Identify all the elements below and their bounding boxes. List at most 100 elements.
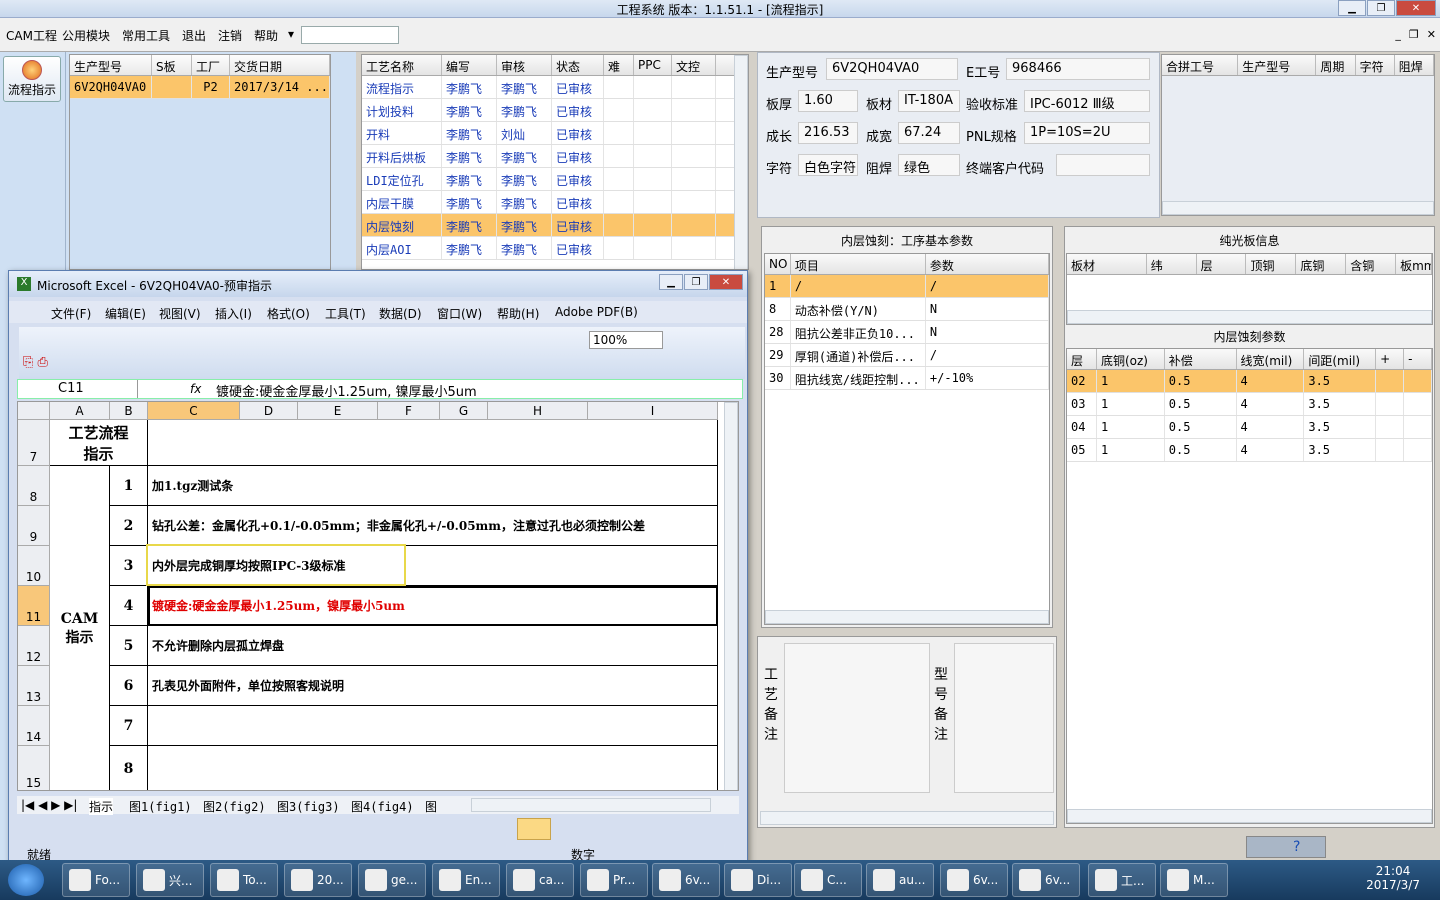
col-delivery[interactable]: 交货日期 [230, 55, 330, 75]
column-header[interactable]: D [240, 402, 298, 420]
plain-board-col-header[interactable]: 含铜 [1346, 254, 1397, 274]
etch-col-header[interactable]: 参数 [926, 254, 1049, 274]
cell-blank[interactable] [148, 420, 718, 466]
language-bar[interactable]: ? [1246, 836, 1326, 858]
column-header[interactable]: I [588, 402, 718, 420]
excel-menu-item[interactable]: 插入(I) [215, 305, 252, 322]
item-number[interactable]: 3 [110, 546, 148, 586]
inner-etch-col-header[interactable]: 补偿 [1165, 349, 1237, 369]
row-header[interactable]: 8 [18, 466, 50, 506]
inner-etch-col-header[interactable]: 层 [1067, 349, 1097, 369]
plain-board-col-header[interactable]: 纬 [1147, 254, 1197, 274]
table-row[interactable]: 开料后烘板 李鹏飞 李鹏飞 已审核 [362, 145, 748, 168]
table-row[interactable]: 04 1 0.5 4 3.5 [1067, 416, 1432, 439]
excel-menu-item[interactable]: Adobe PDF(B) [555, 305, 638, 319]
excel-menu-item[interactable]: 数据(D) [379, 305, 422, 322]
formula-input[interactable]: 镀硬金:硬金金厚最小1.25um, 镍厚最小5um [216, 381, 477, 400]
table-row[interactable]: 内层蚀刻 李鹏飞 李鹏飞 已审核 [362, 214, 748, 237]
section-flow[interactable]: 工艺流程指示 [50, 420, 148, 466]
tab-nav-icon[interactable]: |◀ ◀ ▶ ▶| [21, 798, 77, 812]
e-no-field[interactable]: 968466 [1006, 58, 1150, 80]
plain-board-col-header[interactable]: 底铜 [1296, 254, 1347, 274]
model-remarks-textarea[interactable] [954, 643, 1054, 793]
table-row[interactable]: 05 1 0.5 4 3.5 [1067, 439, 1432, 462]
pdf-icon[interactable]: ⎘ ⎙ [23, 355, 48, 370]
row-header[interactable]: 11 [18, 586, 50, 626]
sheet-tab[interactable]: 图2(fig2) [203, 798, 266, 815]
process-col-header[interactable]: 状态 [552, 55, 604, 75]
item-text[interactable]: 镀硬金:硬金金厚最小1.25um，镍厚最小5um [148, 586, 718, 626]
col-s-board[interactable]: S板 [152, 55, 192, 75]
mdi-minimize-icon[interactable]: _ [1395, 28, 1401, 41]
row-header[interactable]: 14 [18, 706, 50, 746]
item-number[interactable]: 2 [110, 506, 148, 546]
taskbar-item[interactable]: 6v... [1012, 863, 1080, 897]
item-number[interactable]: 8 [110, 746, 148, 790]
item-number[interactable]: 6 [110, 666, 148, 706]
menu-logout[interactable]: 注销 [218, 27, 242, 44]
row-header[interactable]: 15 [18, 746, 50, 790]
table-row[interactable]: 03 1 0.5 4 3.5 [1067, 393, 1432, 416]
merge-col-header[interactable]: 合拼工号 [1162, 55, 1239, 75]
col-model[interactable]: 生产型号 [70, 55, 152, 75]
table-row[interactable]: 28 阻抗公差非正负10... N [765, 321, 1049, 344]
item-text[interactable]: 不允许删除内层孤立焊盘 [148, 626, 718, 666]
table-row[interactable]: LDI定位孔 李鹏飞 李鹏飞 已审核 [362, 168, 748, 191]
table-row[interactable]: 6V2QH04VA0 P2 2017/3/14 ... [70, 76, 330, 99]
item-number[interactable]: 7 [110, 706, 148, 746]
taskbar-item[interactable]: au... [866, 863, 934, 897]
taskbar-item[interactable]: C... [794, 863, 862, 897]
mask-field[interactable]: 绿色 [898, 154, 960, 176]
col-factory[interactable]: 工厂 [192, 55, 230, 75]
sheet-hscroll[interactable] [471, 798, 711, 812]
merge-col-header[interactable]: 阻焊 [1395, 55, 1434, 75]
row-header[interactable]: 9 [18, 506, 50, 546]
item-text[interactable] [148, 746, 718, 790]
item-number[interactable]: 5 [110, 626, 148, 666]
column-header[interactable]: H [488, 402, 588, 420]
section-cam[interactable]: CAM指示 [50, 466, 110, 790]
craft-remarks-textarea[interactable] [784, 643, 930, 793]
excel-restore-icon[interactable]: ❐ [684, 274, 708, 290]
sheet-vscroll[interactable] [724, 402, 738, 790]
excel-close-icon[interactable]: ✕ [709, 274, 743, 290]
item-text[interactable]: 钻孔公差：金属化孔+0.1/-0.05mm；非金属化孔+/-0.05mm，注意过… [148, 506, 718, 546]
table-row[interactable]: 计划投料 李鹏飞 李鹏飞 已审核 [362, 99, 748, 122]
process-col-header[interactable]: 文控 [672, 55, 716, 75]
sheet-tab[interactable]: 图 [425, 798, 437, 815]
sheet-tab[interactable]: 图3(fig3) [277, 798, 340, 815]
name-box[interactable]: C11 [18, 380, 138, 398]
item-number[interactable]: 1 [110, 466, 148, 506]
column-header[interactable]: C [148, 402, 240, 420]
inner-etch-col-header[interactable]: - [1404, 349, 1432, 369]
taskbar-item[interactable]: 6v... [940, 863, 1008, 897]
taskbar-item[interactable]: 6v... [652, 863, 720, 897]
excel-menu-item[interactable]: 编辑(E) [105, 305, 146, 322]
taskbar-item[interactable]: Fo... [62, 863, 130, 897]
sheet-tab[interactable]: 图1(fig1) [129, 798, 192, 815]
excel-menu-item[interactable]: 帮助(H) [497, 305, 539, 322]
inner-etch-col-header[interactable]: 间距(mil) [1304, 349, 1377, 369]
row-header[interactable]: 13 [18, 666, 50, 706]
plain-board-col-header[interactable]: 顶铜 [1246, 254, 1297, 274]
width-field[interactable]: 67.24 [898, 122, 960, 144]
column-header[interactable]: E [298, 402, 378, 420]
excel-menu-item[interactable]: 格式(O) [267, 305, 310, 322]
clock[interactable]: 21:04 2017/3/7 [1366, 864, 1420, 892]
row-header[interactable]: 7 [18, 420, 50, 466]
row-header[interactable]: 12 [18, 626, 50, 666]
process-col-header[interactable]: 编写 [442, 55, 497, 75]
table-row[interactable]: 8 动态补偿(Y/N) N [765, 298, 1049, 321]
taskbar-item[interactable]: 20... [284, 863, 352, 897]
sheet-tab[interactable]: 指示 [89, 798, 114, 815]
excel-menu-item[interactable]: 视图(V) [159, 305, 201, 322]
menu-cam[interactable]: CAM工程 [6, 27, 57, 44]
plain-board-scrollbar[interactable] [1067, 310, 1432, 324]
model-field[interactable]: 6V2QH04VA0 [826, 58, 958, 80]
taskbar-item[interactable]: ge... [358, 863, 426, 897]
inner-etch-col-header[interactable]: + [1376, 349, 1405, 369]
nav-flow-button[interactable]: 流程指示 [3, 56, 61, 102]
excel-menu-item[interactable]: 工具(T) [325, 305, 366, 322]
minimize-icon[interactable]: ▁ [1338, 0, 1366, 16]
column-header[interactable]: F [378, 402, 440, 420]
